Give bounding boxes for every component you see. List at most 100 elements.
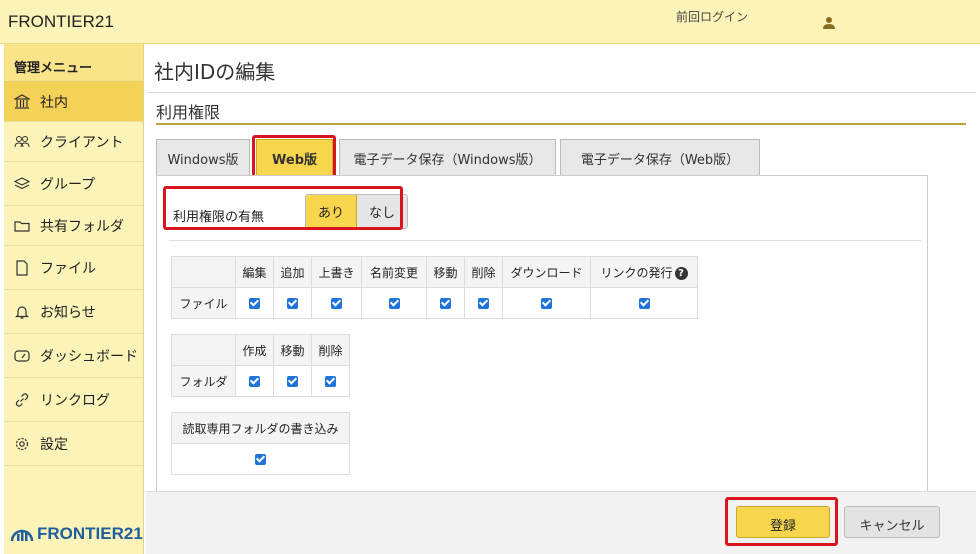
last-login-label: 前回ログイン — [676, 10, 749, 24]
sidebar-item-label: ダッシュボード — [40, 348, 138, 365]
checkbox-cell — [235, 365, 274, 397]
column-header: 追加 — [273, 256, 312, 288]
sidebar-item-settings[interactable]: 設定 — [4, 422, 143, 466]
gear-icon — [14, 436, 30, 452]
sidebar-item-label: リンクログ — [40, 392, 110, 409]
save-button[interactable]: 登録 — [736, 506, 830, 538]
bell-icon — [14, 304, 30, 320]
sidebar-item-label: 共有フォルダ — [40, 218, 124, 235]
permission-label: 利用権限の有無 — [173, 210, 265, 225]
help-icon[interactable]: ? — [674, 266, 688, 280]
tab-edata-web[interactable]: 電子データ保存（Web版） — [560, 139, 760, 175]
checkbox-rename[interactable] — [388, 298, 400, 309]
users-icon — [14, 134, 30, 150]
checkbox-cell — [426, 287, 465, 319]
checkbox-edit[interactable] — [249, 298, 260, 309]
checkbox-readonly-write[interactable] — [255, 454, 266, 465]
sidebar-item-label: お知らせ — [40, 304, 96, 321]
checkbox-cell — [502, 287, 591, 319]
folder-icon — [14, 218, 30, 234]
column-header: 削除 — [464, 256, 503, 288]
column-header: 作成 — [235, 334, 274, 366]
column-header: 移動 — [273, 334, 312, 366]
link-icon — [14, 392, 30, 408]
checkbox-cell — [171, 443, 350, 475]
tab-edata-windows[interactable]: 電子データ保存（Windows版） — [339, 139, 556, 175]
section-rule — [156, 123, 966, 125]
sidebar-item-link-log[interactable]: リンクログ — [4, 378, 143, 422]
sidebar-item-label: 設定 — [40, 436, 68, 453]
file-icon — [14, 259, 30, 276]
column-header: 読取専用フォルダの書き込み — [171, 412, 350, 444]
sidebar-item-client[interactable]: クライアント — [4, 122, 143, 162]
corner-cell — [171, 256, 236, 288]
table-row: ファイル — [171, 287, 698, 319]
row-label: フォルダ — [171, 365, 236, 397]
checkbox-cell — [311, 287, 362, 319]
permission-on-button[interactable]: あり — [306, 195, 358, 228]
corner-cell — [171, 334, 236, 366]
permission-off-button[interactable]: なし — [357, 195, 408, 228]
checkbox-download[interactable] — [541, 298, 552, 309]
checkbox-cell — [273, 365, 312, 397]
checkbox-cell — [273, 287, 312, 319]
column-header-label: リンクの発行 — [600, 265, 673, 280]
top-bar: FRONTIER21 前回ログイン — [0, 0, 980, 44]
sidebar-item-group[interactable]: グループ — [4, 162, 143, 206]
title-divider — [146, 92, 976, 93]
sidebar-item-file[interactable]: ファイル — [4, 246, 143, 290]
checkbox-cell — [464, 287, 503, 319]
checkbox-move[interactable] — [440, 298, 451, 309]
column-header-link-issue: リンクの発行? — [590, 256, 698, 288]
table-header-row: 作成 移動 削除 — [171, 334, 350, 366]
sidebar-item-notice[interactable]: お知らせ — [4, 290, 143, 334]
sidebar-item-label: グループ — [40, 176, 96, 193]
table-header-row: 読取専用フォルダの書き込み — [171, 412, 350, 444]
table-row: フォルダ — [171, 365, 350, 397]
app-brand: FRONTIER21 — [8, 12, 114, 31]
tab-web[interactable]: Web版 — [256, 139, 333, 175]
checkbox-folder-delete[interactable] — [325, 376, 336, 387]
checkbox-link-issue[interactable] — [638, 298, 650, 309]
table-header-row: 編集 追加 上書き 名前変更 移動 削除 ダウンロード リンクの発行? — [171, 256, 698, 288]
dashboard-icon — [14, 348, 30, 364]
checkbox-folder-move[interactable] — [287, 376, 298, 387]
checkbox-cell — [235, 287, 274, 319]
checkbox-cell — [590, 287, 698, 319]
sidebar-item-dashboard[interactable]: ダッシュボード — [4, 334, 143, 378]
page-title: 社内IDの編集 — [154, 60, 276, 84]
column-header: 移動 — [426, 256, 465, 288]
tab-windows[interactable]: Windows版 — [156, 139, 250, 175]
sidebar: 管理メニュー 社内 クライアント グループ 共有フォルダ ファイル お知らせ ダ… — [4, 44, 144, 554]
permission-toggle: あり なし — [305, 194, 409, 229]
column-header: 名前変更 — [361, 256, 427, 288]
column-header: 削除 — [311, 334, 350, 366]
file-permission-table: 編集 追加 上書き 名前変更 移動 削除 ダウンロード リンクの発行? ファイル — [171, 256, 698, 319]
footer-logo: FRONTIER21 — [10, 524, 143, 544]
row-label: ファイル — [171, 287, 236, 319]
cancel-button[interactable]: キャンセル — [844, 506, 940, 538]
checkbox-add[interactable] — [287, 298, 298, 309]
checkbox-overwrite[interactable] — [331, 298, 342, 309]
user-icon[interactable] — [822, 16, 836, 30]
checkbox-delete[interactable] — [478, 298, 489, 309]
section-title: 利用権限 — [156, 103, 221, 122]
logo-text: FRONTIER21 — [37, 524, 143, 543]
action-footer: 登録 キャンセル — [146, 491, 976, 554]
main-content: 社内IDの編集 利用権限 Windows版 Web版 電子データ保存（Windo… — [146, 44, 976, 554]
column-header: ダウンロード — [502, 256, 591, 288]
readonly-folder-table: 読取専用フォルダの書き込み — [171, 412, 350, 475]
sidebar-item-company[interactable]: 社内 — [4, 82, 143, 122]
sidebar-item-shared-folder[interactable]: 共有フォルダ — [4, 206, 143, 246]
logo-mark-icon — [10, 529, 34, 542]
sidebar-title: 管理メニュー — [4, 44, 143, 82]
checkbox-cell — [311, 365, 350, 397]
sidebar-item-label: クライアント — [40, 134, 124, 151]
column-header: 上書き — [311, 256, 362, 288]
table-row — [171, 443, 350, 475]
checkbox-folder-create[interactable] — [249, 376, 260, 387]
checkbox-cell — [361, 287, 427, 319]
panel-divider — [169, 240, 921, 241]
layers-icon — [14, 176, 30, 192]
tab-panel-web: 利用権限の有無 あり なし 編集 追加 上書き 名前変更 移動 削除 ダウンロー… — [156, 175, 928, 493]
